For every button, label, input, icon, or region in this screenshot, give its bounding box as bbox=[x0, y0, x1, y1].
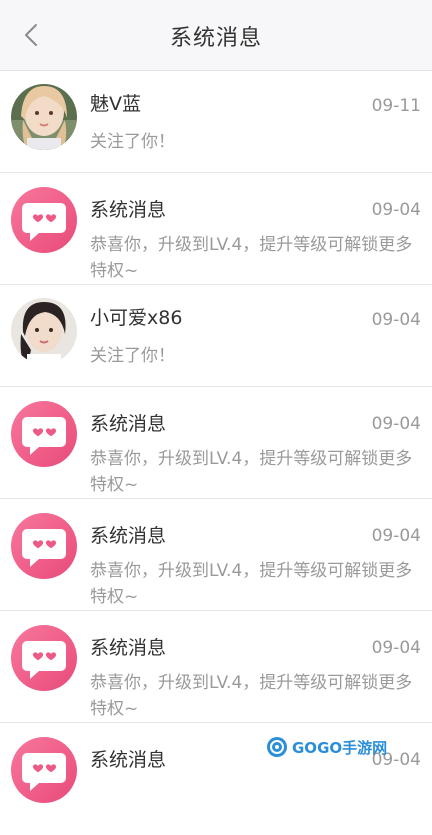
sender-name: 魅V蓝 bbox=[90, 93, 141, 115]
user-avatar-photo bbox=[11, 84, 77, 150]
message-item[interactable]: 小可爱x86 09-04 关注了你！ bbox=[0, 285, 432, 387]
sender-name: 系统消息 bbox=[90, 637, 167, 659]
message-preview: 关注了你！ bbox=[90, 346, 175, 366]
message-item[interactable]: 系统消息 09-04 恭喜你，升级到LV.4，提升等级可解锁更多特权~ bbox=[0, 173, 432, 285]
system-heart-chat-icon bbox=[11, 737, 77, 803]
sender-name: 系统消息 bbox=[90, 413, 167, 435]
sender-name: 系统消息 bbox=[90, 525, 167, 547]
message-date: 09-11 bbox=[371, 96, 421, 116]
message-date: 09-04 bbox=[371, 526, 421, 546]
watermark-logo: GOGO手游网 bbox=[266, 736, 387, 762]
message-list: 魅V蓝 09-11 关注了你！ 系统消息 09-04 恭喜你，升级到LV.4，提… bbox=[0, 71, 432, 835]
message-preview: 关注了你！ bbox=[90, 132, 175, 152]
message-item[interactable]: 系统消息 09-04 恭喜你，升级到LV.4，提升等级可解锁更多特权~ bbox=[0, 499, 432, 611]
message-preview: 恭喜你，升级到LV.4，提升等级可解锁更多特权~ bbox=[90, 561, 413, 607]
system-heart-chat-icon bbox=[11, 513, 77, 579]
message-date: 09-04 bbox=[371, 414, 421, 434]
message-preview: 恭喜你，升级到LV.4，提升等级可解锁更多特权~ bbox=[90, 235, 413, 281]
message-preview: 恭喜你，升级到LV.4，提升等级可解锁更多特权~ bbox=[90, 449, 413, 495]
system-heart-chat-icon bbox=[11, 187, 77, 253]
gamepad-icon bbox=[267, 737, 287, 757]
message-date: 09-04 bbox=[371, 200, 421, 220]
message-item[interactable]: 魅V蓝 09-11 关注了你！ bbox=[0, 71, 432, 173]
user-avatar-photo bbox=[11, 298, 77, 364]
message-preview: 恭喜你，升级到LV.4，提升等级可解锁更多特权~ bbox=[90, 673, 413, 719]
system-heart-chat-icon bbox=[11, 625, 77, 691]
watermark-text: GOGO手游网 bbox=[292, 739, 388, 757]
sender-name: 小可爱x86 bbox=[90, 307, 183, 329]
system-heart-chat-icon bbox=[11, 401, 77, 467]
sender-name: 系统消息 bbox=[90, 199, 167, 221]
message-date: 09-04 bbox=[371, 638, 421, 658]
page-title: 系统消息 bbox=[169, 26, 262, 51]
message-date: 09-04 bbox=[371, 310, 421, 330]
message-item[interactable]: 系统消息 09-04 恭喜你，升级到LV.4，提升等级可解锁更多特权~ bbox=[0, 387, 432, 499]
message-item[interactable]: 系统消息 09-04 恭喜你，升级到LV.4，提升等级可解锁更多特权~ bbox=[0, 611, 432, 723]
nav-header: 系统消息 bbox=[0, 0, 432, 71]
